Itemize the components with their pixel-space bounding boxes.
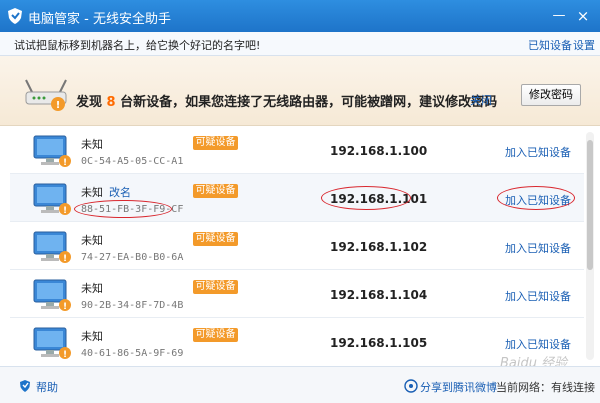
minimize-button[interactable]: — [552,9,566,23]
share-weibo-link[interactable]: 分享到腾讯微博 [420,379,497,395]
monitor-warning-icon: ! [33,231,71,264]
svg-text:!: ! [63,206,67,216]
device-name[interactable]: 未知 [81,136,103,152]
network-status: 当前网络：有线连接 [496,381,595,394]
suspicious-badge: 可疑设备 [193,184,238,198]
device-list: ! 未知 0C-54-A5-05-CC-A1 可疑设备 192.168.1.10… [10,126,584,362]
svg-text:!: ! [63,350,67,360]
hint-bar: 试试把鼠标移到机器名上，给它换个好记的名字吧! 已知设备 设置 [0,32,600,56]
device-mac: 88-51-FB-3F-F9-CF [81,204,184,215]
change-password-button[interactable]: 修改密码 [521,84,581,106]
svg-text:!: ! [56,100,61,111]
hint-text: 试试把鼠标移到机器名上，给它换个好记的名字吧! [14,39,261,52]
device-row: ! 未知 0C-54-A5-05-CC-A1 可疑设备 192.168.1.10… [10,126,584,174]
device-row: ! 未知 40-61-86-5A-9F-69 可疑设备 192.168.1.10… [10,318,584,362]
settings-link[interactable]: 设置 [573,37,595,53]
device-name[interactable]: 未知 [81,232,103,248]
add-known-device-link[interactable]: 加入已知设备 [505,144,571,160]
title-bar: 电脑管家 - 无线安全助手 — × [0,0,600,32]
new-device-count: 8 [106,95,116,110]
device-row: ! 未知 改名 88-51-FB-3F-F9-CF 可疑设备 192.168.1… [10,174,584,222]
alert-banner: ! 发现 8 台新设备，如果您连接了无线路由器，可能被蹭网，建议修改密码 关闭 … [0,56,600,126]
shield-help-icon[interactable] [18,379,32,393]
suspicious-badge: 可疑设备 [193,328,238,342]
svg-text:!: ! [63,302,67,312]
device-mac: 90-2B-34-8F-7D-4B [81,300,184,311]
add-known-device-link[interactable]: 加入已知设备 [505,192,571,208]
device-ip: 192.168.1.105 [330,336,428,350]
suspicious-badge: 可疑设备 [193,136,238,150]
share-icon[interactable] [404,379,418,393]
device-name[interactable]: 未知 [81,184,103,200]
shield-icon [8,8,22,24]
banner-close-link[interactable]: 关闭 [470,92,492,108]
alert-suffix: 台新设备，如果您连接了无线路由器，可能被蹭网，建议修改密码 [120,95,498,110]
svg-text:!: ! [63,254,67,264]
monitor-warning-icon: ! [33,327,71,360]
scrollbar-thumb[interactable] [587,140,593,270]
device-mac: 40-61-86-5A-9F-69 [81,348,184,359]
add-known-device-link[interactable]: 加入已知设备 [505,336,571,352]
known-devices-link[interactable]: 已知设备 [528,37,572,53]
rename-link[interactable]: 改名 [109,184,131,200]
device-name[interactable]: 未知 [81,280,103,296]
close-button[interactable]: × [576,9,590,24]
device-ip: 192.168.1.100 [330,144,428,158]
monitor-warning-icon: ! [33,279,71,312]
device-row: ! 未知 74-27-EA-B0-B0-6A 可疑设备 192.168.1.10… [10,222,584,270]
device-ip: 192.168.1.102 [330,240,428,254]
suspicious-badge: 可疑设备 [193,280,238,294]
list-scrollbar[interactable] [586,132,594,360]
svg-text:!: ! [63,158,67,168]
device-mac: 74-27-EA-B0-B0-6A [81,252,184,263]
alert-message: 发现 8 台新设备，如果您连接了无线路由器，可能被蹭网，建议修改密码 [76,91,497,110]
device-ip: 192.168.1.104 [330,288,428,302]
status-bar: 帮助 分享到腾讯微博 当前网络：有线连接 [0,366,600,403]
add-known-device-link[interactable]: 加入已知设备 [505,288,571,304]
device-mac: 0C-54-A5-05-CC-A1 [81,156,184,167]
device-name[interactable]: 未知 [81,328,103,344]
alert-prefix: 发现 [76,95,103,110]
help-link[interactable]: 帮助 [36,379,58,395]
suspicious-badge: 可疑设备 [193,232,238,246]
monitor-warning-icon: ! [33,135,71,168]
window-title: 电脑管家 - 无线安全助手 [28,12,171,27]
monitor-warning-icon: ! [33,183,71,216]
add-known-device-link[interactable]: 加入已知设备 [505,240,571,256]
router-icon: ! [25,79,67,111]
device-row: ! 未知 90-2B-34-8F-7D-4B 可疑设备 192.168.1.10… [10,270,584,318]
device-ip: 192.168.1.101 [330,192,428,206]
